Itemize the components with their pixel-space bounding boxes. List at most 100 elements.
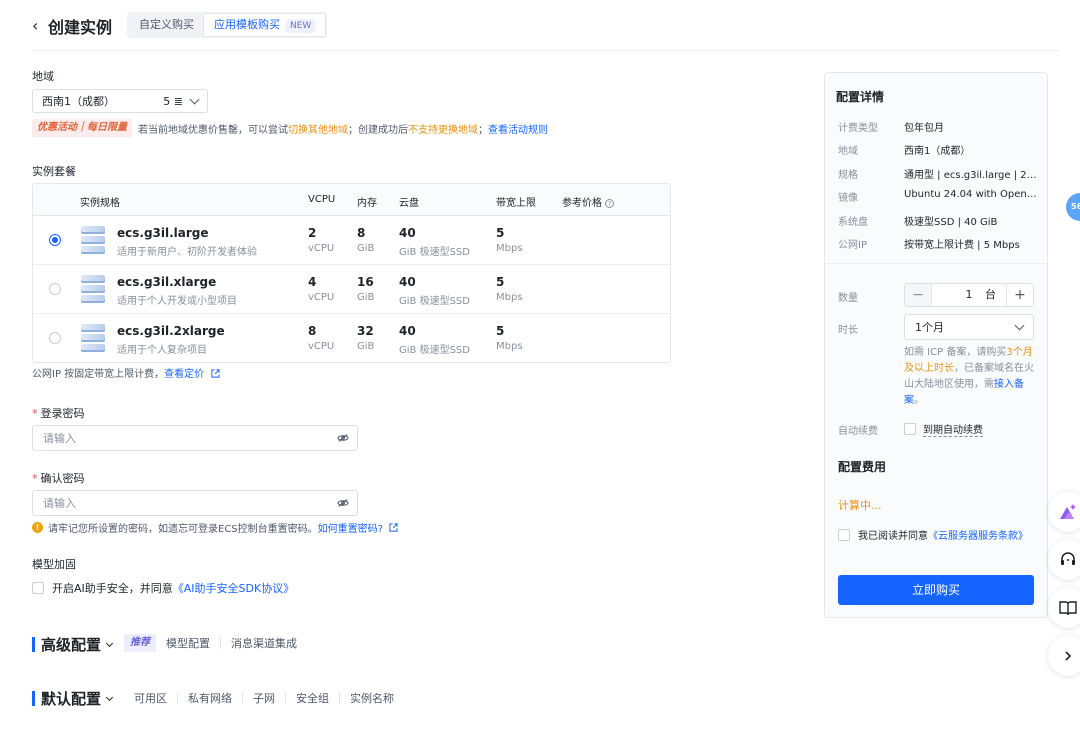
vcpu-unit: vCPU — [308, 243, 335, 254]
default-items: 可用区 私有网络 子网 安全组 实例名称 — [134, 690, 394, 706]
billing-type-label: 计费类型 — [838, 123, 878, 134]
eye-off-icon[interactable] — [337, 498, 349, 508]
ip-summary-value: 按带宽上限计费 | 5 Mbps — [904, 240, 1020, 251]
server-icon — [81, 275, 107, 303]
radio-unselected[interactable] — [49, 332, 61, 344]
header-divider — [32, 50, 1060, 51]
vcpu-value: 2 — [308, 226, 317, 240]
divider — [220, 637, 221, 649]
confirm-password-label: * 确认密码 — [32, 470, 85, 486]
advanced-item-model[interactable]: 模型配置 — [166, 635, 210, 651]
divider — [177, 692, 178, 704]
chevron-down-icon — [105, 639, 114, 647]
promo-highlight-switch: 切换其他地域 — [288, 124, 348, 136]
quantity-value-cell[interactable]: 1台 — [931, 284, 1007, 306]
plus-icon[interactable]: + — [1007, 284, 1033, 306]
tab-template-purchase[interactable]: 应用模板购买 NEW — [204, 14, 326, 36]
ai-security-checkbox[interactable] — [32, 582, 44, 594]
region-select[interactable]: 西南1（成都） 5 ≣ — [32, 89, 208, 113]
terms-checkbox[interactable] — [838, 529, 850, 541]
config-details-title: 配置详情 — [836, 90, 885, 104]
back-icon[interactable]: ‹ — [32, 16, 38, 35]
ai-assistant-icon — [1060, 504, 1076, 519]
pricing-link[interactable]: 查看定价 — [164, 369, 204, 380]
col-disk: 云盘 — [399, 198, 419, 209]
config-summary-panel: 配置详情 计费类型 包年包月 地域 西南1（成都） 规格 通用型 | ecs.g… — [824, 72, 1048, 618]
confirm-password-input[interactable] — [32, 490, 358, 516]
default-section-header[interactable]: 默认配置 — [32, 688, 114, 709]
quantity-stepper[interactable]: − 1台 + — [904, 283, 1034, 307]
divider — [285, 692, 286, 704]
mem-value: 16 — [357, 275, 374, 289]
bw-unit: Mbps — [496, 341, 523, 352]
spec-name: ecs.g3il.large — [117, 226, 209, 240]
default-item-subnet[interactable]: 子网 — [253, 690, 275, 706]
region-count: 5 ≣ — [163, 94, 183, 108]
radio-unselected[interactable] — [49, 283, 61, 295]
spec-summary-value: 通用型 | ecs.g3il.large | 2vC... — [904, 170, 1039, 181]
disk-value: 40 — [399, 324, 416, 338]
default-item-zone[interactable]: 可用区 — [134, 690, 167, 706]
duration-select[interactable]: 1个月 — [904, 314, 1034, 340]
radio-selected[interactable] — [49, 234, 61, 246]
vcpu-unit: vCPU — [308, 341, 335, 352]
tab-custom-purchase[interactable]: 自定义购买 — [129, 14, 204, 36]
promo-text: 若当前地域优惠价售罄，可以尝试 — [138, 124, 288, 136]
quantity-label: 数量 — [838, 293, 858, 304]
spec-desc: 适用于新用户、初阶开发者体验 — [117, 247, 257, 258]
auto-renew-checkbox[interactable] — [904, 423, 916, 435]
ai-assistant-button[interactable] — [1048, 492, 1080, 532]
ip-footnote: 公网IP 按固定带宽上限计费，查看定价 — [32, 365, 220, 380]
buy-now-button[interactable]: 立即购买 — [838, 575, 1034, 605]
region-summary-value: 西南1（成都） — [904, 146, 971, 157]
default-item-secgroup[interactable]: 安全组 — [296, 690, 329, 706]
region-label: 地域 — [32, 70, 54, 83]
ai-sdk-agreement-link[interactable]: 《AI助手安全SDK协议》 — [173, 580, 294, 596]
docs-button[interactable] — [1048, 588, 1080, 628]
divider — [242, 692, 243, 704]
icp-note: 如需 ICP 备案，请购买3个月及以上时长，已备案域名在火山大陆地区使用，需接入… — [904, 345, 1036, 409]
promo-row: 优惠活动｜每日限量 若当前地域优惠价售罄，可以尝试 切换其他地域 ；创建成功后 … — [32, 119, 548, 137]
duration-label: 时长 — [838, 325, 858, 336]
warning-text: 请牢记您所设置的密码，如遗忘可登录ECS控制台重置密码。 — [48, 524, 318, 535]
help-icon[interactable]: ? — [605, 199, 615, 208]
password-input[interactable] — [32, 425, 358, 451]
icp-text-3: 。 — [914, 395, 924, 406]
mem-unit: GiB — [357, 341, 375, 352]
duration-value: 1个月 — [915, 321, 944, 334]
table-row[interactable]: ecs.g3il.xlarge 适用于个人开发或小型项目 4 vCPU 16 G… — [33, 265, 670, 314]
advanced-section-header[interactable]: 高级配置 — [32, 634, 114, 655]
terms-link[interactable]: 《云服务器服务条款》 — [928, 531, 1028, 542]
promo-text-3: ； — [478, 124, 488, 136]
vcpu-value: 4 — [308, 275, 317, 289]
reset-password-link[interactable]: 如何重置密码? — [318, 520, 383, 535]
new-badge: NEW — [286, 19, 316, 33]
promo-rules-link[interactable]: 查看活动规则 — [488, 121, 548, 136]
required-mark: * — [32, 472, 38, 485]
ai-security-text: 开启AI助手安全，并同意 — [52, 582, 173, 595]
support-button[interactable] — [1048, 540, 1080, 580]
tab-template-label: 应用模板购买 — [214, 18, 280, 31]
floating-badge-tab[interactable]: 56 — [1066, 193, 1080, 221]
disk-value: 40 — [399, 275, 416, 289]
table-header: 实例规格 VCPU 内存 云盘 带宽上限 参考价格 ? — [33, 184, 670, 216]
table-row[interactable]: ecs.g3il.large 适用于新用户、初阶开发者体验 2 vCPU 8 G… — [33, 216, 670, 265]
advanced-item-channel[interactable]: 消息渠道集成 — [231, 635, 297, 651]
password-label: * 登录密码 — [32, 405, 85, 421]
auto-renew-label: 自动续费 — [838, 426, 878, 437]
default-item-instance-name[interactable]: 实例名称 — [350, 690, 394, 706]
disk-summary-value: 极速型SSD | 40 GiB — [904, 217, 998, 228]
col-spec: 实例规格 — [80, 198, 120, 209]
eye-off-icon[interactable] — [337, 433, 349, 443]
mem-unit: GiB — [357, 292, 375, 303]
quantity-value: 1 — [965, 288, 973, 301]
chevron-down-icon — [105, 693, 114, 701]
bw-value: 5 — [496, 324, 505, 338]
vcpu-unit: vCPU — [308, 292, 335, 303]
disk-unit: GiB 极速型SSD — [399, 247, 470, 258]
collapse-button[interactable] — [1048, 636, 1080, 676]
default-item-vpc[interactable]: 私有网络 — [188, 690, 232, 706]
minus-icon[interactable]: − — [905, 284, 931, 306]
table-row[interactable]: ecs.g3il.2xlarge 适用于个人复杂项目 8 vCPU 32 GiB… — [33, 314, 670, 362]
disk-unit: GiB 极速型SSD — [399, 345, 470, 356]
